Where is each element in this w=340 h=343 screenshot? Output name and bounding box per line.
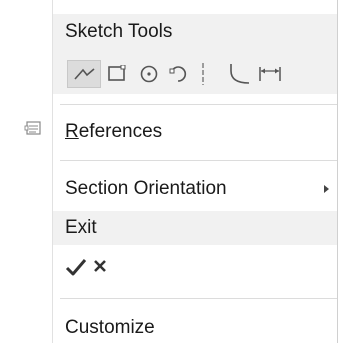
dimension-tool-button[interactable] xyxy=(257,62,283,86)
centerline-tool-button[interactable] xyxy=(196,62,210,86)
section-orientation-label: Section Orientation xyxy=(65,178,227,199)
arc-icon xyxy=(169,64,189,84)
references-label-rest: eferences xyxy=(78,121,163,142)
menu-separator xyxy=(60,104,337,105)
menu-item-references[interactable]: References xyxy=(53,116,337,148)
menu-separator xyxy=(60,160,337,161)
exit-actions xyxy=(53,254,337,284)
dimension-icon xyxy=(258,66,282,82)
rectangle-tool-button[interactable] xyxy=(105,62,129,86)
submenu-arrow-icon xyxy=(324,185,329,193)
menu-item-section-orientation[interactable]: Section Orientation xyxy=(53,173,337,205)
exit-title: Exit xyxy=(65,217,97,238)
fillet-curve-icon xyxy=(229,63,251,85)
references-icon xyxy=(24,120,42,138)
centerline-icon xyxy=(201,63,205,85)
fillet-tool-button[interactable] xyxy=(227,62,251,86)
references-mnemonic: R xyxy=(65,121,79,142)
circle-icon xyxy=(139,64,159,84)
line-chain-tool-button[interactable] xyxy=(67,60,101,88)
menu-item-customize[interactable]: Customize xyxy=(53,310,337,343)
customize-label: Customize xyxy=(65,317,155,338)
line-chain-icon xyxy=(74,67,96,81)
menu-icon-gutter xyxy=(0,0,52,343)
context-menu: Sketch Tools References Section Orientat… xyxy=(0,0,340,343)
sketch-tools-group: Sketch Tools xyxy=(53,14,337,94)
checkmark-icon[interactable] xyxy=(65,257,89,279)
circle-tool-button[interactable] xyxy=(137,62,161,86)
rectangle-icon xyxy=(107,65,127,83)
menu-right-border xyxy=(337,0,338,343)
close-icon[interactable] xyxy=(93,259,113,279)
sketch-tools-title: Sketch Tools xyxy=(65,21,173,42)
menu-separator xyxy=(60,298,337,299)
references-label: References xyxy=(65,120,162,144)
arc-tool-button[interactable] xyxy=(167,62,191,86)
exit-group-header: Exit xyxy=(53,211,337,245)
